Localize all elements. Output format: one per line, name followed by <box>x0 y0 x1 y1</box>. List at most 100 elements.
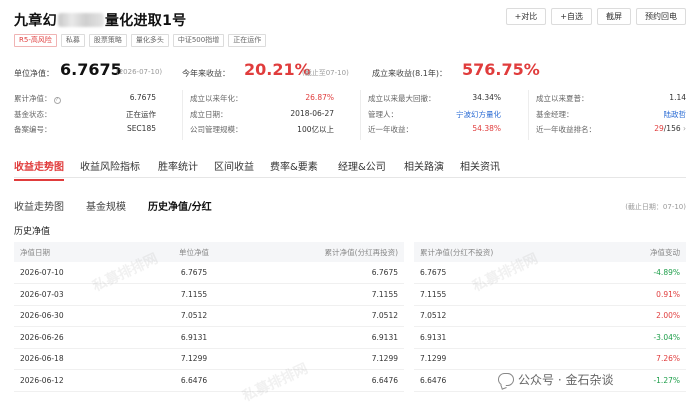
nav-date-cell: 2026-06-12 <box>14 369 134 392</box>
info-value: SEC185 <box>126 124 156 133</box>
account-overlay: 公众号 · 金石杂谈 <box>498 371 613 388</box>
compare-button[interactable]: +对比 <box>505 8 547 25</box>
cum-nav-no-reinvest-cell: 7.0512 <box>414 305 586 327</box>
table-row: 6.7675 -4.89% <box>414 262 686 284</box>
header-actions: +对比 +自选 截屏 预约回电 <box>505 8 686 25</box>
fund-info-grid: 累计净值：? 6.7675 成立以来年化： 26.87% 成立以来最大回撤： 3… <box>14 90 687 140</box>
fund-title-prefix: 九章幻 <box>14 13 57 29</box>
tab-manager-company[interactable]: 经理&公司 <box>338 158 386 173</box>
table-row: 2026-06-26 6.9131 6.9131 <box>14 326 404 349</box>
info-label: 成立以来年化： <box>190 94 243 103</box>
nav-change-cell: -3.04% <box>586 326 686 349</box>
sub-tabs: 收益走势图 基金规模 历史净值/分红 (截止日期：07-10) <box>14 196 686 214</box>
fund-title: 九章幻 量化进取1号 <box>14 10 186 30</box>
column-header: 累计净值(分红不投资) <box>414 242 586 262</box>
table-row: 7.1155 0.91% <box>414 283 686 306</box>
cum-nav-reinvest-cell: 6.7675 <box>254 262 404 284</box>
add-watchlist-button[interactable]: +自选 <box>551 8 592 25</box>
fund-manager-link[interactable]: 陆政哲 <box>664 109 687 120</box>
redacted-blur <box>57 13 104 27</box>
tab-period-return[interactable]: 区间收益 <box>214 158 254 173</box>
info-value: 34.34% <box>472 93 501 102</box>
info-label: 累计净值：? <box>14 93 61 104</box>
nav-date-cell: 2026-06-30 <box>14 305 134 327</box>
cum-nav-reinvest-cell: 7.1299 <box>254 348 404 370</box>
callback-button[interactable]: 预约回电 <box>636 8 686 25</box>
tag-list: R5-高风险 私募 股票策略 量化多头 中证500指增 正在运作 <box>14 34 267 47</box>
manager-link[interactable]: 宁波幻方量化 <box>456 109 501 120</box>
ytd-note: (截止至07-10) <box>302 69 349 77</box>
table-row: 2026-07-03 7.1155 7.1155 <box>14 283 404 306</box>
ytd-label: 今年来收益： <box>182 69 230 78</box>
subtab-fund-size[interactable]: 基金规模 <box>86 198 126 213</box>
table-row: 2026-06-30 7.0512 7.0512 <box>14 305 404 327</box>
nav-history-table-left: 净值日期 单位净值 累计净值(分红再投资) 2026-07-10 6.7675 6.… <box>14 242 404 392</box>
info-value: 6.7675 <box>129 93 156 102</box>
info-label: 成立以来夏普： <box>536 94 589 103</box>
info-label: 近一年收益： <box>368 125 413 134</box>
nav-summary: 单位净值： 6.7675 (2026-07-10) 今年来收益： 20.21% … <box>14 60 686 84</box>
unit-nav-cell: 6.6476 <box>134 369 254 392</box>
nav-change-cell: 2.00% <box>586 305 686 327</box>
info-value: 54.38% <box>472 124 501 133</box>
cum-nav-no-reinvest-cell: 7.1299 <box>414 348 586 370</box>
main-tabs: 收益走势图 收益风险指标 胜率统计 区间收益 费率&要素 经理&公司 相关路演 … <box>14 152 686 181</box>
subtab-history-nav[interactable]: 历史净值/分红 <box>148 198 212 213</box>
fund-title-suffix: 量化进取1号 <box>104 13 187 29</box>
cum-nav-no-reinvest-cell: 7.1155 <box>414 283 586 306</box>
info-label: 成立以来最大回撤： <box>368 94 436 103</box>
table-row: 6.9131 -3.04% <box>414 326 686 349</box>
table-row: 2026-07-10 6.7675 6.7675 <box>14 262 404 284</box>
nav-change-cell: 7.26% <box>586 348 686 370</box>
rank-value: 29/156 › <box>654 124 686 133</box>
tag-item: 量化多头 <box>130 34 169 47</box>
ytd-value: 20.21% <box>244 60 311 79</box>
table-row: 2026-06-18 7.1299 7.1299 <box>14 348 404 370</box>
info-label: 成立日期： <box>190 109 228 119</box>
since-value: 576.75% <box>462 60 540 79</box>
tab-roadshow[interactable]: 相关路演 <box>404 158 444 173</box>
cum-nav-reinvest-cell: 6.6476 <box>254 369 404 392</box>
screenshot-button[interactable]: 截屏 <box>597 8 631 25</box>
unit-nav-cell: 7.0512 <box>134 305 254 327</box>
tab-win-rate[interactable]: 胜率统计 <box>158 158 198 173</box>
tab-risk-metrics[interactable]: 收益风险指标 <box>80 158 140 173</box>
info-label: 近一年收益排名： <box>536 125 596 134</box>
help-icon[interactable]: ? <box>53 97 61 104</box>
tab-return-chart[interactable]: 收益走势图 <box>14 158 64 181</box>
subtab-return-chart[interactable]: 收益走势图 <box>14 198 64 213</box>
info-row: 备案编号： SEC185 公司管理规模： 100亿以上 近一年收益： 54.38… <box>14 121 686 137</box>
chevron-right-icon[interactable]: › <box>681 124 686 133</box>
unit-nav-date: (2026-07-10) <box>116 68 163 76</box>
info-label: 公司管理规模： <box>190 125 243 134</box>
unit-nav-cell: 7.1155 <box>134 283 254 306</box>
tab-fees[interactable]: 费率&要素 <box>270 158 318 173</box>
info-label: 基金状态： <box>14 109 52 119</box>
unit-nav-value: 6.7675 <box>60 60 122 79</box>
cum-nav-reinvest-cell: 7.0512 <box>254 305 404 327</box>
info-value: 1.14 <box>669 93 686 102</box>
nav-date-cell: 2026-06-18 <box>14 348 134 370</box>
info-value: 2018-06-27 <box>290 108 334 118</box>
table-row: 2026-06-12 6.6476 6.6476 <box>14 369 404 392</box>
tag-item: 股票策略 <box>88 34 127 47</box>
info-label: 备案编号： <box>14 125 52 134</box>
as-of-date: (截止日期：07-10) <box>625 203 686 211</box>
unit-nav-cell: 6.7675 <box>134 262 254 284</box>
unit-nav-label: 单位净值： <box>14 69 54 78</box>
column-header: 净值日期 <box>14 242 134 262</box>
tag-item: 中证500指增 <box>172 34 225 47</box>
column-header: 单位净值 <box>134 242 254 262</box>
table-body: 2026-07-10 6.7675 6.7675 2026-07-03 7.1155 7.… <box>14 262 404 392</box>
info-value: 100亿以上 <box>297 125 334 134</box>
info-value: 26.87% <box>305 93 334 102</box>
info-label: 基金经理： <box>536 109 574 119</box>
table-header-row: 累计净值(分红不投资) 净值变动 <box>414 242 686 262</box>
unit-nav-cell: 7.1299 <box>134 348 254 370</box>
unit-nav-cell: 6.9131 <box>134 326 254 349</box>
nav-date-cell: 2026-07-10 <box>14 262 134 284</box>
tag-item: 私募 <box>60 34 85 47</box>
table-row: 7.1299 7.26% <box>414 348 686 370</box>
column-header: 净值变动 <box>586 242 686 262</box>
tab-news[interactable]: 相关资讯 <box>460 158 500 173</box>
